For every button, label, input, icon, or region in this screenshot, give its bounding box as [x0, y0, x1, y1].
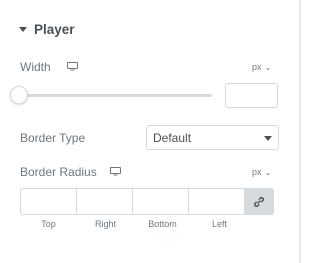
link-icon	[254, 196, 264, 207]
player-section-panel: Player Width px ⌄ Border Type Default Bo…	[0, 0, 301, 263]
width-unit-selector[interactable]: px ⌄	[252, 62, 271, 72]
section-title: Player	[34, 21, 75, 37]
width-label: Width	[20, 60, 51, 74]
radius-left-label: Left	[211, 219, 227, 229]
select-arrow-icon	[264, 136, 272, 141]
border-radius-label: Border Radius	[20, 165, 97, 179]
border-radius-unit-selector[interactable]: px ⌄	[252, 167, 271, 177]
link-values-button[interactable]	[244, 188, 274, 215]
radius-bottom-input[interactable]	[132, 188, 189, 215]
border-radius-unit-label: px	[252, 167, 262, 177]
chevron-down-icon: ⌄	[264, 167, 272, 177]
border-radius-dimensions	[20, 188, 279, 215]
caret-down-icon	[19, 27, 27, 32]
width-unit-label: px	[252, 62, 262, 72]
border-type-label: Border Type	[20, 131, 86, 145]
border-radius-field-labels: Top Right Bottom Left	[20, 219, 249, 229]
radius-left-input[interactable]	[188, 188, 245, 215]
width-number-input[interactable]	[225, 83, 278, 108]
radius-right-label: Right	[94, 219, 116, 229]
section-header-player[interactable]: Player	[19, 19, 75, 39]
width-slider-track[interactable]	[20, 94, 212, 97]
radius-top-input[interactable]	[20, 188, 77, 215]
border-type-selected: Default	[153, 130, 192, 145]
border-type-select[interactable]: Default	[146, 125, 279, 150]
desktop-icon[interactable]	[67, 62, 78, 71]
radius-top-label: Top	[41, 219, 56, 229]
desktop-icon[interactable]	[110, 167, 121, 176]
width-slider-handle[interactable]	[10, 86, 28, 104]
radius-bottom-label: Bottom	[148, 219, 177, 229]
chevron-down-icon: ⌄	[264, 62, 272, 72]
panel-edge	[299, 0, 301, 263]
radius-right-input[interactable]	[76, 188, 133, 215]
